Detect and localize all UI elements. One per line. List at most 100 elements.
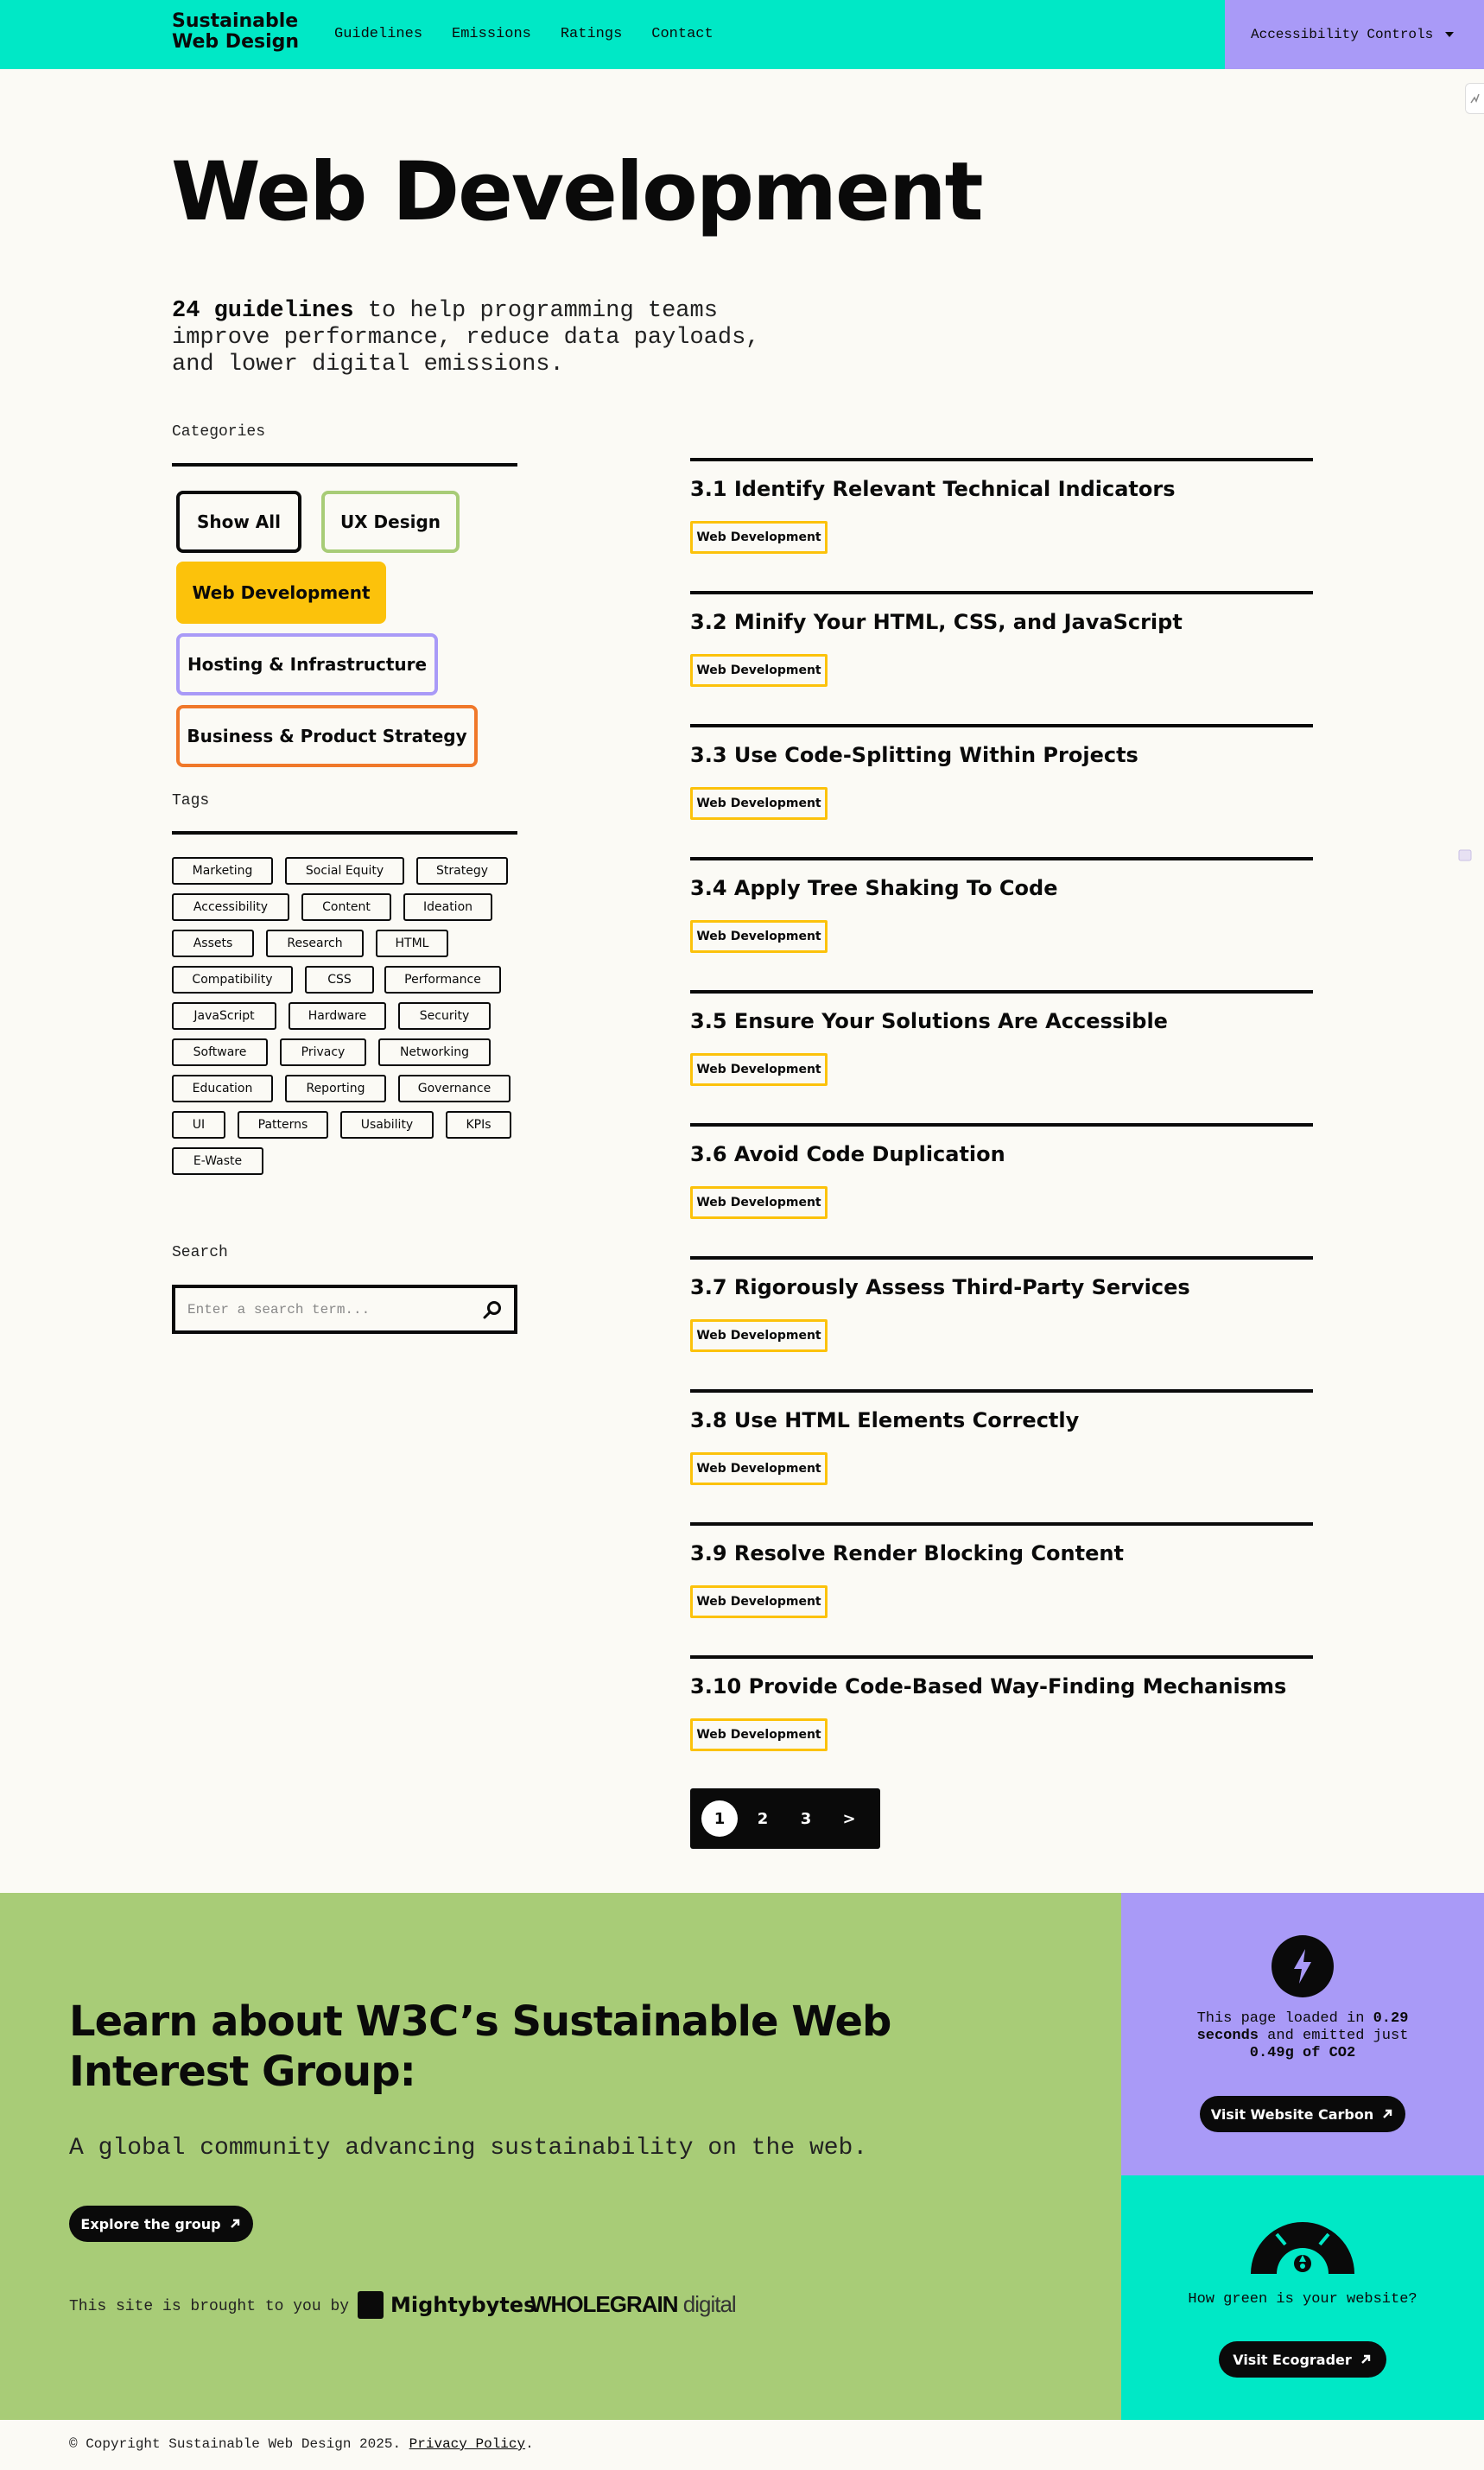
tag-software[interactable]: Software xyxy=(172,1038,268,1066)
tag-networking[interactable]: Networking xyxy=(378,1038,491,1066)
guideline-title[interactable]: 3.10 Provide Code-Based Way-Finding Mech… xyxy=(690,1674,1286,1699)
lightning-bolt-icon xyxy=(1272,1935,1334,1997)
tag-privacy[interactable]: Privacy xyxy=(280,1038,366,1066)
guideline-title[interactable]: 3.7 Rigorously Assess Third-Party Servic… xyxy=(690,1275,1190,1299)
intro-count: 24 guidelines xyxy=(172,298,354,324)
tag-performance[interactable]: Performance xyxy=(384,966,501,994)
digital-wordmark: digital xyxy=(677,2291,737,2317)
tag-accessibility[interactable]: Accessibility xyxy=(172,893,289,921)
carbon-co2-value: 0.49g of CO2 xyxy=(1249,2045,1356,2061)
visit-website-carbon-button[interactable]: Visit Website Carbon xyxy=(1200,2096,1405,2132)
nav-contact[interactable]: Contact xyxy=(651,26,713,42)
mightybytes-logo[interactable]: Mightybytes xyxy=(358,2291,536,2319)
arrow-up-right-icon xyxy=(1360,2354,1370,2364)
signal-icon xyxy=(1470,93,1480,104)
category-show-all[interactable]: Show All xyxy=(176,491,301,553)
category-business-product-strategy[interactable]: Business & Product Strategy xyxy=(176,705,478,767)
explore-group-button[interactable]: Explore the group xyxy=(69,2206,253,2242)
tag-javascript[interactable]: JavaScript xyxy=(172,1002,276,1030)
guideline-title[interactable]: 3.1 Identify Relevant Technical Indicato… xyxy=(690,477,1176,501)
visit-website-carbon-label: Visit Website Carbon xyxy=(1210,2105,1374,2123)
categories-divider xyxy=(172,463,517,467)
tag-reporting[interactable]: Reporting xyxy=(285,1075,386,1102)
tag-ui[interactable]: UI xyxy=(172,1111,225,1139)
search-label: Search xyxy=(172,1244,228,1261)
tag-assets[interactable]: Assets xyxy=(172,930,254,957)
tag-e-waste[interactable]: E-Waste xyxy=(172,1147,263,1175)
guideline-category-tag[interactable]: Web Development xyxy=(690,521,828,554)
guideline-title[interactable]: 3.2 Minify Your HTML, CSS, and JavaScrip… xyxy=(690,610,1183,634)
copyright-label: © Copyright Sustainable Web Design 2025. xyxy=(69,2436,402,2452)
guideline-category-tag[interactable]: Web Development xyxy=(690,1585,828,1618)
search-box xyxy=(172,1285,517,1334)
accessibility-controls-label: Accessibility Controls xyxy=(1251,27,1434,42)
page-1-button[interactable]: 1 xyxy=(701,1800,738,1837)
wholegrain-digital-logo[interactable]: WHOLEGRAIN digital xyxy=(530,2291,737,2318)
privacy-policy-link[interactable]: Privacy Policy xyxy=(409,2436,525,2452)
tag-html[interactable]: HTML xyxy=(376,930,448,957)
page-intro: 24 guidelines to help programming teams … xyxy=(172,298,828,378)
intro-line-2: improve performance, reduce data payload… xyxy=(172,325,760,351)
page-2-button[interactable]: 2 xyxy=(745,1800,781,1837)
page-title: Web Development xyxy=(171,145,984,239)
nav-emissions[interactable]: Emissions xyxy=(452,26,531,42)
tag-research[interactable]: Research xyxy=(266,930,364,957)
tag-strategy[interactable]: Strategy xyxy=(416,857,508,885)
guideline-title[interactable]: 3.4 Apply Tree Shaking To Code xyxy=(690,876,1057,900)
guideline-title[interactable]: 3.9 Resolve Render Blocking Content xyxy=(690,1541,1124,1565)
search-icon[interactable] xyxy=(481,1298,504,1321)
guideline-category-tag[interactable]: Web Development xyxy=(690,1186,828,1219)
guideline-title[interactable]: 3.8 Use HTML Elements Correctly xyxy=(690,1408,1079,1432)
guideline-category-tag[interactable]: Web Development xyxy=(690,1319,828,1352)
tags-divider xyxy=(172,831,517,835)
wholegrain-wordmark: WHOLEGRAIN xyxy=(530,2291,679,2317)
category-ux-design[interactable]: UX Design xyxy=(321,491,460,553)
guideline-category-tag[interactable]: Web Development xyxy=(690,787,828,820)
tag-patterns[interactable]: Patterns xyxy=(238,1111,328,1139)
nav-guidelines[interactable]: Guidelines xyxy=(334,26,422,42)
carbon-seconds-value: 0.29 xyxy=(1373,2010,1409,2027)
search-input[interactable] xyxy=(187,1298,464,1321)
page-3-button[interactable]: 3 xyxy=(788,1800,824,1837)
side-widget-tab[interactable] xyxy=(1465,83,1484,114)
guideline-divider xyxy=(690,1123,1313,1127)
carbon-line-1: This page loaded in xyxy=(1196,2010,1373,2027)
guideline-title[interactable]: 3.3 Use Code-Splitting Within Projects xyxy=(690,743,1138,767)
guideline-divider xyxy=(690,857,1313,860)
arrow-up-right-icon xyxy=(1383,2109,1392,2118)
tag-compatibility[interactable]: Compatibility xyxy=(172,966,293,994)
tag-ideation[interactable]: Ideation xyxy=(403,893,492,921)
guideline-title[interactable]: 3.5 Ensure Your Solutions Are Accessible xyxy=(690,1009,1168,1033)
main-nav: Guidelines Emissions Ratings Contact xyxy=(334,26,713,42)
tag-content[interactable]: Content xyxy=(301,893,391,921)
guideline-category-tag[interactable]: Web Development xyxy=(690,654,828,687)
category-web-development[interactable]: Web Development xyxy=(176,562,386,624)
next-page-button[interactable]: > xyxy=(831,1800,867,1837)
tag-education[interactable]: Education xyxy=(172,1075,273,1102)
tag-usability[interactable]: Usability xyxy=(340,1111,434,1139)
guideline-title[interactable]: 3.6 Avoid Code Duplication xyxy=(690,1142,1005,1166)
guideline-category-tag[interactable]: Web Development xyxy=(690,1718,828,1751)
guideline-category-tag[interactable]: Web Development xyxy=(690,1053,828,1086)
copyright-period: . xyxy=(525,2436,534,2452)
tag-security[interactable]: Security xyxy=(398,1002,491,1030)
site-logo[interactable]: Sustainable Web Design xyxy=(172,11,299,53)
accessibility-controls-button[interactable]: Accessibility Controls xyxy=(1225,0,1484,69)
tag-hardware[interactable]: Hardware xyxy=(289,1002,386,1030)
tag-kpis[interactable]: KPIs xyxy=(446,1111,511,1139)
tag-social-equity[interactable]: Social Equity xyxy=(285,857,404,885)
guideline-category-tag[interactable]: Web Development xyxy=(690,920,828,953)
nav-ratings[interactable]: Ratings xyxy=(561,26,622,42)
tag-marketing[interactable]: Marketing xyxy=(172,857,273,885)
guideline-category-tag[interactable]: Web Development xyxy=(690,1452,828,1485)
tag-governance[interactable]: Governance xyxy=(398,1075,511,1102)
arrow-up-right-icon xyxy=(230,2219,239,2228)
guideline-divider xyxy=(690,458,1313,461)
side-widget-icon[interactable] xyxy=(1456,843,1475,867)
footer-subtitle: A global community advancing sustainabil… xyxy=(69,2135,868,2162)
carbon-stats: This page loaded in 0.29 seconds and emi… xyxy=(1138,2010,1467,2062)
visit-ecograder-button[interactable]: Visit Ecograder xyxy=(1219,2341,1386,2378)
category-hosting-infrastructure[interactable]: Hosting & Infrastructure xyxy=(176,633,438,695)
tag-css[interactable]: CSS xyxy=(305,966,374,994)
mightybytes-mark-icon xyxy=(358,2291,384,2319)
